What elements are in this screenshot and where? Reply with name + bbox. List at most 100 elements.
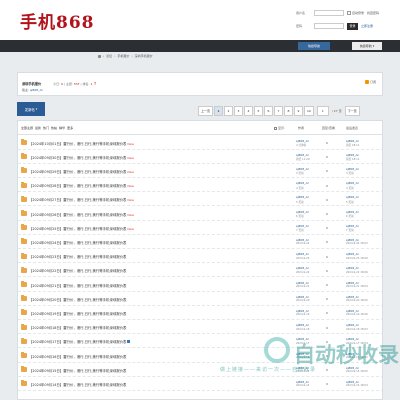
page-link[interactable]: 5 xyxy=(254,106,264,116)
thread-title[interactable]: 【2024年09月26日】雷行价，港行,日行,美行等手机深圳报价表New xyxy=(29,212,134,217)
thread-title-text[interactable]: 【2024年09月14日】雷行价，港行,日行,美行等手机深圳报价表 xyxy=(29,383,126,387)
next-page-button[interactable]: 下一页 xyxy=(344,106,360,116)
filter-hot[interactable]: 热门 xyxy=(43,126,49,130)
filter-more[interactable]: 更多 xyxy=(67,126,73,130)
display-select[interactable]: 显示: xyxy=(274,126,285,130)
thread-title-text[interactable]: 【2024年10月01日】雷行价，港行,日行,美行等手机深圳报价表 xyxy=(29,142,126,146)
password-input[interactable] xyxy=(314,23,344,29)
username-input[interactable] xyxy=(314,10,344,16)
thread-row[interactable]: 【2024年09月19日】雷行价，港行,日行,美行等手机深圳报价表 sj868_A… xyxy=(18,306,382,320)
thread-title-text[interactable]: 【2024年09月21日】雷行价，港行,日行,美行等手机深圳报价表 xyxy=(29,284,126,288)
filter-digest[interactable]: 精华 xyxy=(59,126,65,130)
thread-row[interactable]: 【2024年09月23日】雷行价，港行,日行,美行等手机深圳报价表 sj868_A… xyxy=(18,250,382,264)
page-jump-input[interactable]: 1 xyxy=(316,106,329,116)
thread-title-text[interactable]: 【2024年09月15日】雷行价，港行,日行,美行等手机深圳报价表 xyxy=(29,369,126,373)
thread-row[interactable]: 【2024年09月24日】雷行价，港行,日行,美行等手机深圳报价表 sj868_A… xyxy=(18,235,382,249)
thread-title[interactable]: 【2024年09月28日】雷行价，港行,日行,美行等手机深圳报价表New xyxy=(29,183,134,188)
thread-title[interactable]: 【2024年09月16日】雷行价，港行,日行,美行等手机深圳报价表 xyxy=(29,354,127,359)
thread-title[interactable]: 【2024年09月21日】雷行价，港行,日行,美行等手机深圳报价表 xyxy=(29,283,127,288)
thread-title[interactable]: 【2024年09月19日】雷行价，港行,日行,美行等手机深圳报价表 xyxy=(29,311,127,316)
last-poster[interactable]: sj868_AI xyxy=(346,252,359,256)
thread-row[interactable]: 【2024年10月01日】雷行价，港行,日行,美行等手机深圳报价表New sj86… xyxy=(18,136,382,150)
home-icon[interactable] xyxy=(98,54,101,58)
thread-title[interactable]: 【2024年09月25日】雷行价，港行,日行,美行等手机深圳报价表New xyxy=(29,226,134,231)
thread-row[interactable]: 【2024年09月22日】雷行价，港行,日行,美行等手机深圳报价表 sj868_A… xyxy=(18,264,382,278)
last-poster[interactable]: sj868_AI xyxy=(346,153,359,157)
breadcrumb-item[interactable]: 深圳手机报价 xyxy=(135,54,153,58)
thread-title-text[interactable]: 【2024年09月30日】雷行价，港行,日行,美行等手机深圳报价表 xyxy=(29,156,126,160)
thread-title[interactable]: 【2024年09月29日】雷行价，港行,日行,美行等手机深圳报价表New xyxy=(29,169,134,174)
thread-title-text[interactable]: 【2024年09月26日】雷行价，港行,日行,美行等手机深圳报价表 xyxy=(29,213,126,217)
thread-author[interactable]: sj868_AI xyxy=(296,224,309,228)
thread-title-text[interactable]: 【2024年09月28日】雷行价，港行,日行,美行等手机深圳报价表 xyxy=(29,184,126,188)
page-link[interactable]: 10 xyxy=(304,106,314,116)
last-poster[interactable]: sj868_AI xyxy=(346,210,359,214)
thread-row[interactable]: 【2024年09月30日】雷行价，港行,日行,美行等手机深圳报价表New sj86… xyxy=(18,150,382,164)
last-poster[interactable]: sj868_AI xyxy=(346,281,359,285)
last-poster[interactable]: sj868_AI xyxy=(346,195,359,199)
thread-title-text[interactable]: 【2024年09月16日】雷行价，港行,日行,美行等手机深圳报价表 xyxy=(29,355,126,359)
thread-author[interactable]: sj868_AI xyxy=(296,195,309,199)
thread-row[interactable]: 【2024年09月21日】雷行价，港行,日行,美行等手机深圳报价表 sj868_A… xyxy=(18,278,382,292)
page-link[interactable]: 6 xyxy=(264,106,274,116)
thread-title[interactable]: 【2024年09月15日】雷行价，港行,日行,美行等手机深圳报价表 xyxy=(29,368,127,373)
thread-title-text[interactable]: 【2024年09月20日】雷行价，港行,日行,美行等手机深圳报价表 xyxy=(29,298,126,302)
quick-nav-button[interactable]: 快捷导航 xyxy=(352,42,382,50)
thread-author[interactable]: sj868_AI xyxy=(296,139,309,143)
moderator-link[interactable]: sj868_AI xyxy=(30,88,43,92)
thread-author[interactable]: sj868_AI xyxy=(296,167,309,171)
login-button[interactable]: 登录 xyxy=(347,22,358,30)
page-link[interactable]: 7 xyxy=(274,106,284,116)
thread-title[interactable]: 【2024年09月27日】雷行价，港行,日行,美行等手机深圳报价表New xyxy=(29,197,134,202)
thread-row[interactable]: 【2024年09月28日】雷行价，港行,日行,美行等手机深圳报价表New sj86… xyxy=(18,179,382,193)
thread-row[interactable]: 【2024年09月26日】雷行价，港行,日行,美行等手机深圳报价表New sj86… xyxy=(18,207,382,221)
thread-title-text[interactable]: 【2024年09月25日】雷行价，港行,日行,美行等手机深圳报价表 xyxy=(29,227,126,231)
sections-button[interactable]: 快捷导航 xyxy=(298,42,330,50)
filter-hot-posts[interactable]: 热帖 xyxy=(51,126,57,130)
page-link[interactable]: 2 xyxy=(224,106,234,116)
last-poster[interactable]: sj868_AI xyxy=(346,224,359,228)
thread-title[interactable]: 【2024年09月17日】雷行价，港行,日行,美行等手机深圳报价表 xyxy=(29,339,131,344)
thread-title[interactable]: 【2024年09月22日】雷行价，港行,日行,美行等手机深圳报价表 xyxy=(29,268,127,273)
thread-author[interactable]: sj868_AI xyxy=(296,252,309,256)
thread-title[interactable]: 【2024年09月23日】雷行价，港行,日行,美行等手机深圳报价表 xyxy=(29,254,127,259)
last-poster[interactable]: sj868_AI xyxy=(346,167,359,171)
thread-row[interactable]: 【2024年09月20日】雷行价，港行,日行,美行等手机深圳报价表 sj868_A… xyxy=(18,292,382,306)
last-poster[interactable]: sj868_AI xyxy=(346,266,359,270)
rss-link[interactable]: 订阅 xyxy=(364,80,376,84)
thread-author[interactable]: sj868_AI xyxy=(296,181,309,185)
last-poster[interactable]: sj868_AI xyxy=(346,181,359,185)
last-poster[interactable]: sj868_AI xyxy=(346,139,359,143)
thread-title-text[interactable]: 【2024年09月18日】雷行价，港行,日行,美行等手机深圳报价表 xyxy=(29,326,126,330)
page-link[interactable]: 9 xyxy=(294,106,304,116)
thread-title[interactable]: 【2024年09月20日】雷行价，港行,日行,美行等手机深圳报价表 xyxy=(29,297,127,302)
thread-author[interactable]: sj868_AI xyxy=(296,266,309,270)
thread-title-text[interactable]: 【2024年09月23日】雷行价，港行,日行,美行等手机深圳报价表 xyxy=(29,255,126,259)
thread-title[interactable]: 【2024年10月01日】雷行价，港行,日行,美行等手机深圳报价表New xyxy=(29,141,134,146)
breadcrumb-item[interactable]: 论坛 xyxy=(106,54,112,58)
register-link[interactable]: 立即注册 xyxy=(361,24,373,28)
col-last-post[interactable]: 最后发表 xyxy=(346,126,358,130)
thread-title[interactable]: 【2024年09月30日】雷行价，港行,日行,美行等手机深圳报价表New xyxy=(29,155,134,160)
thread-author[interactable]: sj868_AI xyxy=(296,323,309,327)
new-post-button[interactable]: 发新帖 ▾ xyxy=(17,102,45,116)
thread-row[interactable]: 【2024年09月25日】雷行价，港行,日行,美行等手机深圳报价表New sj86… xyxy=(18,221,382,235)
thread-title[interactable]: 【2024年09月18日】雷行价，港行,日行,美行等手机深圳报价表 xyxy=(29,325,127,330)
thread-author[interactable]: sj868_AI xyxy=(296,153,309,157)
thread-title[interactable]: 【2024年09月24日】雷行价，港行,日行,美行等手机深圳报价表 xyxy=(29,240,127,245)
thread-title-text[interactable]: 【2024年09月19日】雷行价，港行,日行,美行等手机深圳报价表 xyxy=(29,312,126,316)
thread-title-text[interactable]: 【2024年09月22日】雷行价，港行,日行,美行等手机深圳报价表 xyxy=(29,269,126,273)
thread-author[interactable]: sj868_AI xyxy=(296,210,309,214)
site-logo[interactable]: 手机868 xyxy=(20,8,95,33)
page-link[interactable]: 8 xyxy=(284,106,294,116)
autologin-checkbox[interactable] xyxy=(347,11,351,15)
thread-row[interactable]: 【2024年09月27日】雷行价，港行,日行,美行等手机深圳报价表New sj86… xyxy=(18,193,382,207)
page-link[interactable]: 3 xyxy=(234,106,244,116)
thread-title-text[interactable]: 【2024年09月29日】雷行价，港行,日行,美行等手机深圳报价表 xyxy=(29,170,126,174)
page-link[interactable]: 4 xyxy=(244,106,254,116)
thread-row[interactable]: 【2024年09月18日】雷行价，港行,日行,美行等手机深圳报价表 sj868_A… xyxy=(18,321,382,335)
breadcrumb-item[interactable]: 手机报价 xyxy=(117,54,129,58)
thread-author[interactable]: sj868_AI xyxy=(296,281,309,285)
thread-row[interactable]: 【2024年09月29日】雷行价，港行,日行,美行等手机深圳报价表New sj86… xyxy=(18,164,382,178)
filter-latest[interactable]: 最新 xyxy=(35,126,41,130)
